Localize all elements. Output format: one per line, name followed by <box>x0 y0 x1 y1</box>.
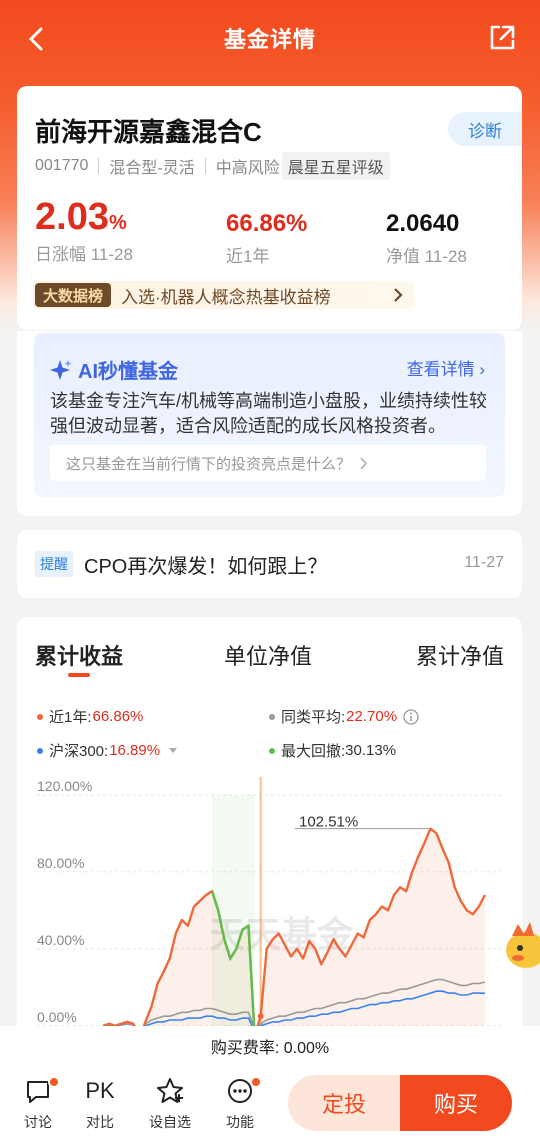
legend-fund: 近1年: 66.86% <box>37 706 143 727</box>
bigdata-ranking-banner[interactable]: 大数据榜 入选·机器人概念热基收益榜 <box>33 281 415 309</box>
legend-fund-label: 近1年: <box>49 709 92 726</box>
functions-button[interactable]: 功能 <box>216 1074 264 1132</box>
daily-change-unit: % <box>108 212 127 234</box>
discuss-label: 讨论 <box>24 1114 52 1130</box>
active-tab-indicator <box>68 673 90 677</box>
y-tick-label: 80.00% <box>37 855 84 871</box>
year-return-metric: 66.86% 近1年 <box>226 212 307 267</box>
auto-invest-button[interactable]: 定投 <box>288 1075 400 1131</box>
tab-cumulative-return[interactable]: 累计收益 <box>35 639 123 671</box>
legend-average-value: 22.70% <box>346 708 398 725</box>
legend-index-value: 16.89% <box>109 742 161 759</box>
fund-name: 前海开源嘉鑫混合C <box>35 117 262 147</box>
ai-more-label: 查看详情 <box>406 360 475 379</box>
mascot-icon[interactable] <box>504 920 540 972</box>
ai-more-link[interactable]: 查看详情 › <box>407 355 485 380</box>
notification-badge <box>48 1076 60 1088</box>
fund-rating-badge[interactable]: 晨星五星评级 <box>281 152 390 180</box>
ai-title: AI秒懂基金 <box>78 361 178 383</box>
chevron-right-icon <box>394 288 403 302</box>
ai-insight-card: AI秒懂基金 查看详情 › 该基金专注汽车/机械等高端制造小盘股，业绩持续性较强… <box>17 331 522 516</box>
tab-unit-nav[interactable]: 单位净值 <box>224 639 312 671</box>
page-title: 基金详情 <box>223 27 316 52</box>
legend-drawdown-value: 30.13% <box>345 742 397 759</box>
divider <box>204 158 206 174</box>
nav-label: 净值 11-28 <box>386 247 467 266</box>
chart-tabs: 累计收益 单位净值 累计净值 <box>17 639 522 679</box>
fund-code: 001770 <box>35 157 89 174</box>
tab-cumulative-nav[interactable]: 累计净值 <box>416 639 504 671</box>
return-chart[interactable]: 120.00%80.00%40.00%0.00%天天基金102.51%-6.87… <box>17 777 522 1037</box>
nav-bar: 基金详情 <box>0 0 540 76</box>
purchase-fee-bar: 购买费率: 0.00% <box>0 1026 540 1066</box>
legend-drawdown-label: 最大回撤: <box>281 743 346 760</box>
notice-date: 11-27 <box>464 554 504 571</box>
star-plus-icon <box>157 1078 183 1103</box>
pk-icon: PK <box>85 1078 115 1103</box>
bigdata-tag: 大数据榜 <box>35 283 112 307</box>
year-return-label: 近1年 <box>226 247 270 266</box>
y-tick-label: 0.00% <box>37 1009 77 1025</box>
legend-dot <box>37 747 43 754</box>
add-watchlist-label: 设自选 <box>149 1114 191 1130</box>
nav-value: 2.0640 <box>386 210 460 237</box>
performance-chart-card: 累计收益 单位净值 累计净值 近1年: 66.86% 同类平均: 22.70% 沪深… <box>17 617 522 1037</box>
y-tick-label: 40.00% <box>37 932 84 948</box>
divider <box>98 158 100 174</box>
nav-metric: 2.0640 净值 11-28 <box>386 212 467 267</box>
fund-tags: 001770 混合型-灵活 中高风险 晨星五星评级 <box>35 152 390 180</box>
chevron-right-icon: › <box>479 360 485 379</box>
functions-label: 功能 <box>226 1114 254 1130</box>
bottom-action-bar: 讨论 PK 对比 设自选 功能 定投 购买 <box>0 1066 540 1139</box>
notice-text: CPO再次爆发！如何跟上？ <box>84 555 328 578</box>
share-icon[interactable] <box>486 22 518 54</box>
purchase-fee-text: 购买费率: 0.00% <box>210 1040 330 1057</box>
legend-index[interactable]: 沪深300: 16.89% <box>37 740 178 761</box>
legend-average-label: 同类平均: <box>281 709 346 726</box>
max-value-label: 102.51% <box>299 814 358 831</box>
diagnose-button[interactable]: 诊断 <box>448 112 522 146</box>
chevron-right-icon <box>360 456 368 470</box>
ai-insight-panel: AI秒懂基金 查看详情 › 该基金专注汽车/机械等高端制造小盘股，业绩持续性较强… <box>34 333 505 497</box>
daily-change-metric: 2.03% 日涨幅 11-28 <box>35 198 133 265</box>
compare-button[interactable]: PK 对比 <box>76 1074 124 1132</box>
add-watchlist-button[interactable]: 设自选 <box>146 1074 194 1132</box>
year-return-value: 66.86% <box>226 210 308 237</box>
back-icon[interactable] <box>22 24 52 54</box>
ai-description: 该基金专注汽车/机械等高端制造小盘股，业绩持续性较强但波动显著，适合风险适配的成… <box>50 391 487 436</box>
notification-badge <box>250 1076 262 1088</box>
ai-title-row: AI秒懂基金 <box>50 355 178 384</box>
daily-change-value: 2.03 <box>35 196 109 238</box>
discuss-button[interactable]: 讨论 <box>14 1074 62 1132</box>
ai-question-text: 这只基金在当前行情下的投资亮点是什么？ <box>66 455 352 473</box>
y-tick-label: 120.00% <box>37 778 92 794</box>
ai-question-prompt[interactable]: 这只基金在当前行情下的投资亮点是什么？ <box>50 445 486 481</box>
legend-dot <box>269 713 275 720</box>
legend-average: 同类平均: 22.70% <box>269 706 419 727</box>
legend-dot <box>37 713 43 720</box>
info-icon[interactable] <box>403 708 419 725</box>
legend-index-label: 沪深300: <box>49 743 109 760</box>
caret-down-icon <box>169 747 178 753</box>
daily-change-label: 日涨幅 11-28 <box>35 245 133 264</box>
legend-dot <box>269 747 275 754</box>
notice-tag: 提醒 <box>35 551 73 577</box>
fund-risk: 中高风险 <box>215 160 280 177</box>
marker-dot <box>257 1013 264 1020</box>
legend-drawdown: 最大回撤: 30.13% <box>269 740 396 761</box>
legend-fund-value: 66.86% <box>92 708 144 725</box>
buy-button[interactable]: 购买 <box>400 1075 512 1131</box>
bigdata-text: 入选·机器人概念热基收益榜 <box>121 287 331 307</box>
fund-type: 混合型-灵活 <box>109 160 195 177</box>
sparkle-icon <box>50 359 72 380</box>
compare-label: 对比 <box>86 1114 114 1130</box>
notice-card[interactable]: 提醒 CPO再次爆发！如何跟上？ 11-27 <box>17 530 522 598</box>
fund-summary-card: 前海开源嘉鑫混合C 诊断 001770 混合型-灵活 中高风险 晨星五星评级 2… <box>17 86 522 330</box>
